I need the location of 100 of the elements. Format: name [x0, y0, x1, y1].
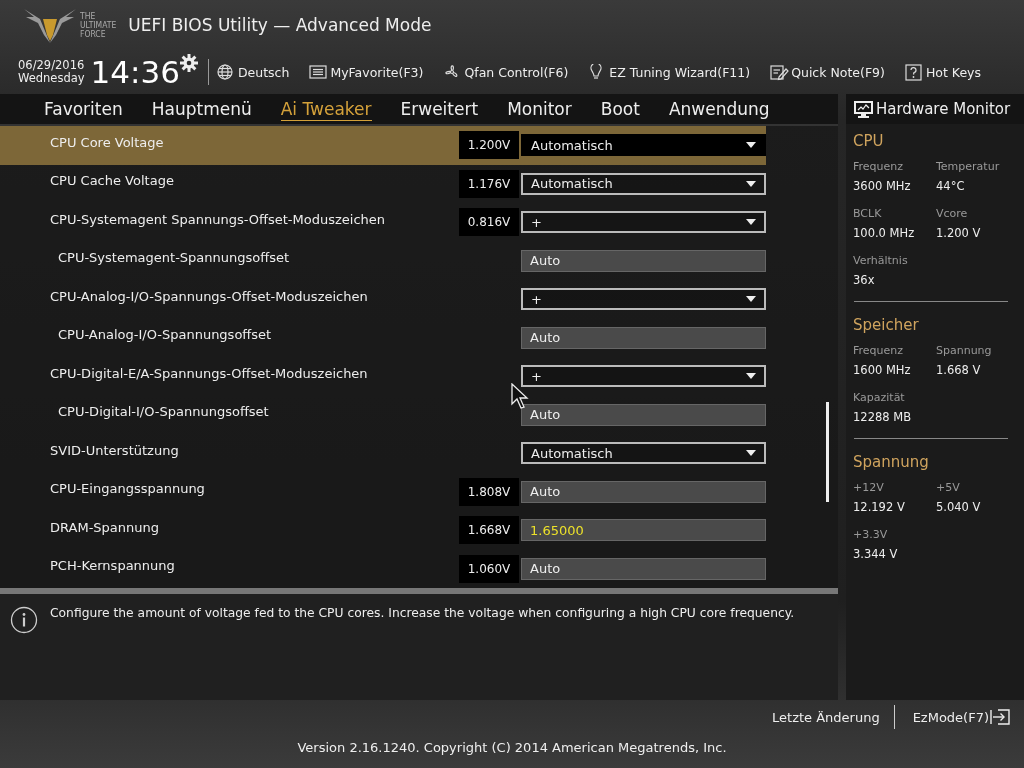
section-title: CPU — [853, 132, 885, 150]
info-icon — [10, 606, 38, 634]
dropdown[interactable]: + — [521, 288, 766, 311]
setting-label: DRAM-Spannung — [50, 519, 160, 537]
setting-row[interactable]: CPU-Analog-I/O-Spannungsoffset Auto — [0, 318, 766, 357]
tab[interactable]: Ai Tweaker — [280, 97, 372, 121]
metric-label: +5V — [936, 481, 961, 494]
tab[interactable]: Boot — [600, 98, 640, 120]
voltage-reading: 1.060V — [459, 554, 519, 583]
setting-row[interactable]: CPU-Systemagent-Spannungsoffset Auto — [0, 241, 766, 280]
ez-mode-button[interactable]: EzMode(F7) — [912, 709, 1010, 725]
caret-icon — [746, 450, 756, 457]
setting-row[interactable]: CPU-Digital-I/O-Spannungsoffset Auto — [0, 395, 766, 434]
input-field[interactable]: 1.65000 — [521, 519, 766, 542]
voltage-reading: 1.808V — [459, 477, 519, 506]
monitor-icon — [854, 100, 873, 118]
help-text: Configure the amount of voltage fed to the CPU cores. Increase the voltage when configuring a high CPU core frequency. — [50, 606, 795, 620]
scrollbar[interactable] — [826, 402, 829, 502]
globe-icon — [216, 63, 236, 81]
window-title: UEFI BIOS Utility — Advanced Mode — [128, 15, 432, 35]
metric-value: 5.040 V — [936, 500, 982, 514]
version-text: Version 2.16.1240. Copyright (C) 2014 American Megatrends, Inc. — [297, 740, 727, 755]
voltage-reading: 1.200V — [459, 131, 519, 160]
tab[interactable]: Favoriten — [44, 98, 123, 120]
setting-row[interactable]: CPU-Analog-I/O-Spannungs-Offset-Moduszeichen + — [0, 280, 766, 319]
input-field[interactable]: Auto — [521, 403, 766, 426]
voltage-reading: 0.816V — [459, 208, 519, 237]
tab[interactable]: Erweitert — [400, 98, 479, 120]
setting-label: PCH-Kernspannung — [50, 558, 176, 576]
toolbar-button[interactable]: Qfan Control(F6) — [443, 63, 569, 81]
input-field[interactable]: Auto — [521, 557, 766, 580]
caret-icon — [746, 219, 756, 226]
setting-row[interactable]: CPU Cache Voltage 1.176V Automatisch — [0, 164, 766, 203]
setting-label: CPU-Digital-E/A-Spannungs-Offset-Moduszeichen — [50, 365, 369, 383]
voltage-reading: 1.668V — [459, 516, 519, 545]
dropdown[interactable]: Automatisch — [521, 442, 766, 465]
setting-label: CPU Core Voltage — [50, 134, 165, 152]
metric-label: Verhältnis — [853, 254, 909, 267]
setting-row[interactable]: PCH-Kernspannung 1.060V Auto — [0, 549, 766, 588]
setting-row[interactable]: CPU-Eingangsspannung 1.808V Auto — [0, 472, 766, 511]
toolbar-button[interactable]: Quick Note(F9) — [770, 63, 885, 81]
metric-value: 1.668 V — [936, 363, 982, 377]
settings-icon — [179, 54, 198, 72]
dropdown[interactable]: + — [521, 365, 766, 388]
setting-row[interactable]: SVID-Unterstützung Automatisch — [0, 434, 766, 473]
metric-value: 44°C — [936, 179, 966, 193]
setting-label: CPU-Digital-I/O-Spannungsoffset — [57, 404, 270, 422]
metric-value: 12.192 V — [853, 500, 906, 514]
metric-value: 12288 MB — [853, 410, 913, 424]
weekday-text: Wednesday — [18, 72, 85, 85]
input-field[interactable]: Auto — [521, 326, 766, 349]
setting-label: CPU Cache Voltage — [50, 173, 175, 191]
tab[interactable]: Hauptmenü — [151, 98, 252, 120]
metric-label: +12V — [853, 481, 885, 494]
metric-label: +3.3V — [853, 528, 889, 541]
setting-label: CPU-Systemagent Spannungs-Offset-Moduszeichen — [50, 211, 387, 229]
logo-text: THE ULTIMATE FORCE — [80, 11, 117, 39]
tab[interactable]: Anwendung — [668, 98, 770, 120]
voltage-reading: 1.176V — [459, 169, 519, 198]
toolbar-button[interactable]: Hot Keys — [904, 63, 982, 81]
tab[interactable]: Monitor — [507, 98, 572, 120]
setting-row[interactable]: CPU-Digital-E/A-Spannungs-Offset-Moduszeichen + — [0, 357, 766, 396]
dropdown[interactable]: Automatisch — [521, 134, 766, 157]
mouse-cursor-icon — [511, 383, 529, 409]
dropdown[interactable]: + — [521, 211, 766, 234]
metric-label: Temperatur — [936, 160, 1001, 173]
metric-label: Kapazität — [853, 391, 906, 404]
toolbar-button[interactable]: Deutsch — [216, 63, 290, 81]
toolbar-button[interactable]: EZ Tuning Wizard(F11) — [588, 63, 751, 81]
metric-value: 3.344 V — [853, 547, 899, 561]
setting-row[interactable]: DRAM-Spannung 1.668V 1.65000 — [0, 511, 766, 550]
setting-row[interactable]: CPU Core Voltage 1.200V Automatisch — [0, 126, 766, 165]
metric-label: Spannung — [936, 344, 993, 357]
section-title: Spannung — [853, 453, 930, 471]
panel-title: Hardware Monitor — [876, 100, 1011, 118]
setting-label: CPU-Eingangsspannung — [50, 481, 206, 499]
metric-value: 1600 MHz — [853, 363, 912, 377]
dropdown[interactable]: Automatisch — [521, 172, 766, 195]
setting-label: CPU-Analog-I/O-Spannungs-Offset-Moduszeichen — [50, 288, 369, 306]
metric-value: 36x — [853, 273, 876, 287]
toolbar-button[interactable]: MyFavorite(F3) — [309, 63, 424, 81]
exit-icon — [990, 709, 1010, 725]
input-field[interactable]: Auto — [521, 480, 766, 503]
input-field[interactable]: Auto — [521, 249, 766, 272]
caret-icon — [746, 296, 756, 303]
metric-label: BCLK — [853, 207, 883, 220]
note-icon — [770, 63, 790, 81]
metric-label: Frequenz — [853, 344, 905, 357]
last-change-button[interactable]: Letzte Änderung — [772, 709, 880, 725]
metric-value: 100.0 MHz — [853, 226, 916, 240]
metric-label: Vcore — [936, 207, 969, 220]
section-title: Speicher — [853, 316, 920, 334]
date-text: 06/29/2016 — [18, 59, 85, 72]
setting-row[interactable]: CPU-Systemagent Spannungs-Offset-Moduszeichen 0.816V + — [0, 203, 766, 242]
caret-icon — [746, 373, 756, 380]
setting-label: SVID-Unterstützung — [50, 442, 180, 460]
metric-label: Frequenz — [853, 160, 905, 173]
list-icon — [309, 63, 329, 81]
caret-icon — [746, 142, 756, 149]
clock-time: 14:36 — [90, 54, 180, 90]
